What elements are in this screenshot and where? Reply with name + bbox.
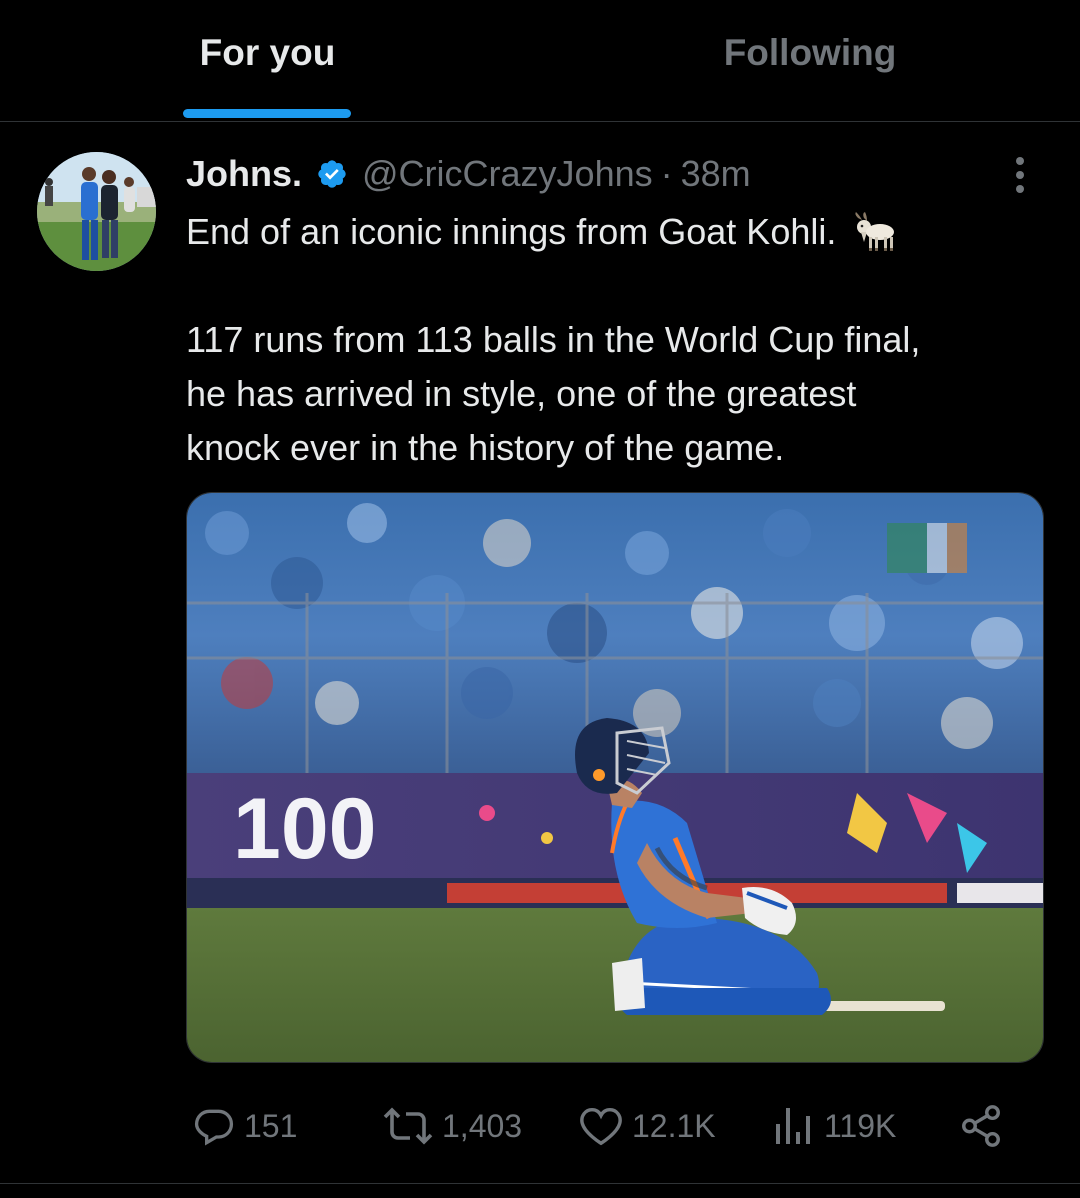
views-button[interactable]: 119K <box>772 1098 896 1154</box>
tweet-text-line-4: knock ever in the history of the game. <box>186 427 785 468</box>
verified-badge-icon <box>318 160 346 188</box>
share-button[interactable] <box>958 1098 1004 1154</box>
like-count: 12.1K <box>632 1107 716 1144</box>
author-name[interactable]: Johns. <box>186 153 302 195</box>
tweet-time[interactable]: 38m <box>681 153 751 195</box>
tweet-divider <box>0 1183 1080 1184</box>
tab-for-you[interactable]: For you <box>130 0 405 121</box>
heart-icon <box>580 1107 622 1146</box>
tab-following[interactable]: Following <box>540 0 1080 121</box>
separator-dot: · <box>660 153 673 194</box>
tweet-text-line-1: End of an iconic innings from Goat Kohli… <box>186 211 837 252</box>
tab-following-label: Following <box>723 32 897 73</box>
views-count: 119K <box>824 1107 897 1144</box>
retweet-count: 1,403 <box>442 1107 523 1144</box>
share-icon <box>962 1105 1000 1147</box>
tweet-text-line-2: 117 runs from 113 balls in the World Cup… <box>186 319 921 360</box>
retweet-icon <box>383 1107 433 1145</box>
avatar[interactable] <box>37 152 156 271</box>
tweet-media-image[interactable]: 100 <box>186 492 1044 1063</box>
author-handle[interactable]: @CricCrazyJohns <box>362 153 653 195</box>
reply-button[interactable]: 151 <box>192 1098 297 1154</box>
media-banner-text: 100 <box>233 781 377 877</box>
tweet-text-line: End of an iconic innings from Goat Kohli… <box>186 205 1026 259</box>
tweet-actions: 151 1,403 12.1K 119K <box>186 1098 1016 1154</box>
active-tab-indicator <box>183 109 351 118</box>
like-button[interactable]: 12.1K <box>578 1098 716 1154</box>
avatar-image <box>37 152 156 271</box>
tweet-text: End of an iconic innings from Goat Kohli… <box>186 205 1026 475</box>
tweet-header: Johns. @CricCrazyJohns · 38m <box>186 152 751 196</box>
kohli-celebration-photo: 100 <box>187 493 1043 1062</box>
speech-bubble-icon <box>194 1109 234 1146</box>
goat-emoji-icon <box>855 212 895 251</box>
timeline-tabs: For you Following <box>0 0 1080 122</box>
more-vertical-icon[interactable] <box>1005 152 1035 198</box>
reply-count: 151 <box>244 1107 298 1144</box>
retweet-button[interactable]: 1,403 <box>382 1098 522 1154</box>
tweet-text-line-3: he has arrived in style, one of the grea… <box>186 373 857 414</box>
tab-for-you-label: For you <box>199 32 336 73</box>
bar-chart-icon <box>776 1108 810 1144</box>
